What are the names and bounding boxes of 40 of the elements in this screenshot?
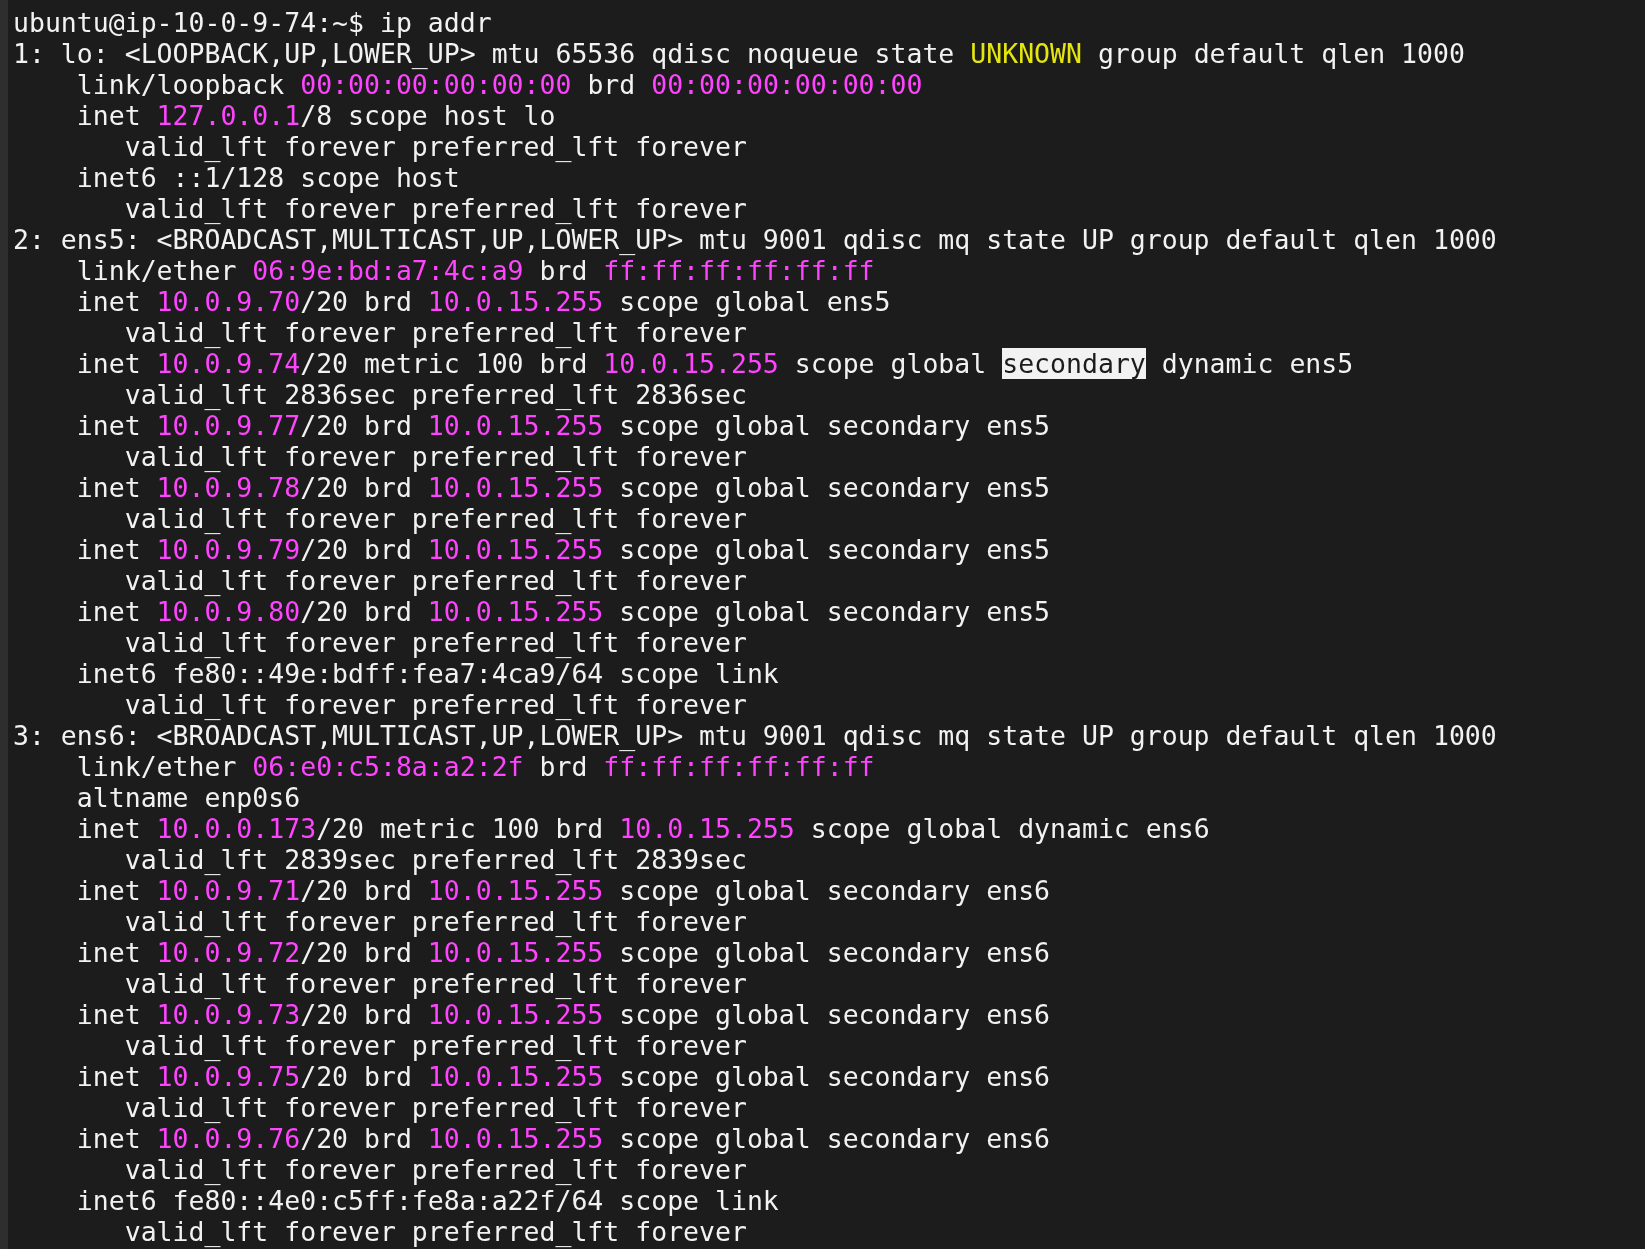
terminal-line: valid_lft 2839sec preferred_lft 2839sec: [123, 844, 748, 875]
terminal-line: inet 10.0.9.73/20 brd 10.0.15.255 scope global secondary ens6: [75, 999, 1052, 1030]
terminal-line: inet 10.0.9.72/20 brd 10.0.15.255 scope global secondary ens6: [75, 937, 1052, 968]
terminal-line: inet 10.0.9.71/20 brd 10.0.15.255 scope global secondary ens6: [75, 875, 1052, 906]
terminal-line: inet 10.0.9.74/20 metric 100 brd 10.0.15.255 scope global secondary dynamic ens5: [75, 348, 1355, 379]
terminal-line: inet6 ::1/128 scope host: [75, 162, 461, 193]
terminal-line: valid_lft forever preferred_lft forever: [123, 131, 748, 162]
terminal-line: inet 10.0.9.79/20 brd 10.0.15.255 scope global secondary ens5: [75, 534, 1052, 565]
terminal-line: inet 10.0.9.77/20 brd 10.0.15.255 scope global secondary ens5: [75, 410, 1052, 441]
terminal-line: ubuntu@ip-10-0-9-74:~$ ip addr: [13, 7, 493, 38]
terminal-line: link/ether 06:9e:bd:a7:4c:a9 brd ff:ff:ff:ff:ff:ff: [75, 255, 876, 286]
terminal-line: link/loopback 00:00:00:00:00:00 brd 00:00:00:00:00:00: [75, 69, 924, 100]
terminal-line: valid_lft forever preferred_lft forever: [123, 627, 748, 658]
terminal-line: altname enp0s6: [75, 782, 302, 813]
terminal-line: link/ether 06:e0:c5:8a:a2:2f brd ff:ff:ff:ff:ff:ff: [75, 751, 876, 782]
terminal-line: inet6 fe80::49e:bdff:fea7:4ca9/64 scope link: [75, 658, 780, 689]
terminal-line: valid_lft forever preferred_lft forever: [123, 906, 748, 937]
terminal-line: valid_lft 2836sec preferred_lft 2836sec: [123, 379, 748, 410]
terminal-line: valid_lft forever preferred_lft forever: [123, 1216, 748, 1247]
terminal-line: inet 10.0.9.76/20 brd 10.0.15.255 scope global secondary ens6: [75, 1123, 1052, 1154]
terminal-line: valid_lft forever preferred_lft forever: [123, 565, 748, 596]
terminal-line: valid_lft forever preferred_lft forever: [123, 689, 748, 720]
terminal-line: valid_lft forever preferred_lft forever: [123, 1030, 748, 1061]
terminal-line: valid_lft forever preferred_lft forever: [123, 317, 748, 348]
terminal-line: valid_lft forever preferred_lft forever: [123, 503, 748, 534]
terminal-line: valid_lft forever preferred_lft forever: [123, 441, 748, 472]
terminal-line: inet 10.0.9.78/20 brd 10.0.15.255 scope global secondary ens5: [75, 472, 1052, 503]
terminal-line: valid_lft forever preferred_lft forever: [123, 193, 748, 224]
terminal-line: 2: ens5: <BROADCAST,MULTICAST,UP,LOWER_UP> mtu 9001 qdisc mq state UP group default qlen 1000: [13, 224, 1498, 255]
terminal-line: 1: lo: <LOOPBACK,UP,LOWER_UP> mtu 65536 qdisc noqueue state UNKNOWN group default qlen 1000: [13, 38, 1466, 69]
terminal-line: inet 10.0.9.75/20 brd 10.0.15.255 scope global secondary ens6: [75, 1061, 1052, 1092]
terminal-line: inet 127.0.0.1/8 scope host lo: [75, 100, 557, 131]
terminal-line: inet6 fe80::4e0:c5ff:fe8a:a22f/64 scope link: [75, 1185, 780, 1216]
terminal-line: inet 10.0.9.70/20 brd 10.0.15.255 scope global ens5: [75, 286, 892, 317]
terminal-line: inet 10.0.0.173/20 metric 100 brd 10.0.15.255 scope global dynamic ens6: [75, 813, 1211, 844]
terminal-line: 3: ens6: <BROADCAST,MULTICAST,UP,LOWER_UP> mtu 9001 qdisc mq state UP group default qlen 1000: [13, 720, 1498, 751]
terminal-line: valid_lft forever preferred_lft forever: [123, 1154, 748, 1185]
terminal-line: valid_lft forever preferred_lft forever: [123, 1092, 748, 1123]
terminal-line: valid_lft forever preferred_lft forever: [123, 968, 748, 999]
terminal-line: inet 10.0.9.80/20 brd 10.0.15.255 scope global secondary ens5: [75, 596, 1052, 627]
